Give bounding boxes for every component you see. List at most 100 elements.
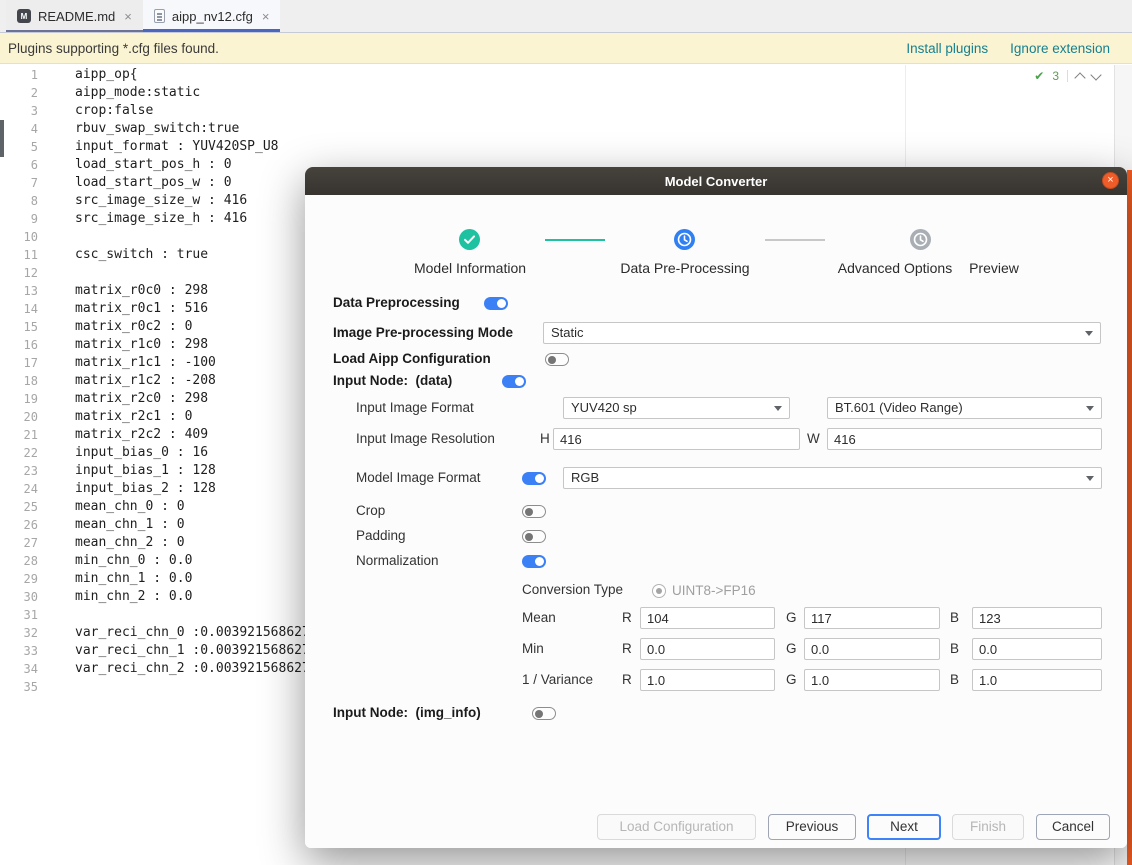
code-text: input_format : YUV420SP_U8 (75, 138, 279, 156)
code-line[interactable]: 2aipp_mode:static (0, 84, 1114, 102)
code-text: matrix_r0c1 : 516 (75, 300, 208, 318)
model-image-format-toggle[interactable] (522, 472, 546, 485)
image-preprocessing-mode-dropdown[interactable]: Static (543, 322, 1101, 344)
data-preprocessing-label: Data Preprocessing (333, 295, 460, 310)
variance-r-input[interactable] (640, 669, 775, 691)
prev-problem-icon[interactable] (1074, 72, 1085, 83)
dialog-close-button[interactable]: × (1102, 172, 1119, 189)
banner-message: Plugins supporting *.cfg files found. (8, 41, 219, 56)
close-icon[interactable]: × (262, 10, 270, 23)
code-line[interactable]: 1aipp_op{ (0, 66, 1114, 84)
line-number: 8 (0, 192, 38, 210)
cancel-button[interactable]: Cancel (1036, 814, 1110, 840)
crop-label: Crop (356, 503, 385, 518)
code-text: csc_switch : true (75, 246, 208, 264)
code-text: matrix_r1c0 : 298 (75, 336, 208, 354)
code-text: input_bias_0 : 16 (75, 444, 208, 462)
input-node-data-toggle[interactable] (502, 375, 526, 388)
resolution-h-input[interactable] (553, 428, 800, 450)
padding-toggle[interactable] (522, 530, 546, 543)
resolution-w-label: W (807, 431, 820, 446)
next-problem-icon[interactable] (1090, 69, 1101, 80)
min-r-input[interactable] (640, 638, 775, 660)
step-preview[interactable]: Preview (955, 260, 1033, 276)
min-g-input[interactable] (804, 638, 940, 660)
ide-window: M README.md × aipp_nv12.cfg × Plugins su… (0, 0, 1132, 865)
previous-button[interactable]: Previous (768, 814, 856, 840)
variance-g-input[interactable] (804, 669, 940, 691)
line-number: 23 (0, 462, 38, 480)
install-plugins-link[interactable]: Install plugins (906, 41, 988, 56)
markdown-icon: M (17, 9, 31, 23)
inspections-ok-icon: ✔ (1034, 70, 1044, 82)
load-aipp-configuration-label: Load Aipp Configuration (333, 351, 491, 366)
divider (1067, 70, 1068, 82)
line-number: 15 (0, 318, 38, 336)
mean-r-input[interactable] (640, 607, 775, 629)
crop-toggle[interactable] (522, 505, 546, 518)
conversion-type-radio[interactable] (652, 584, 666, 598)
code-text: min_chn_1 : 0.0 (75, 570, 192, 588)
tab-aipp-cfg[interactable]: aipp_nv12.cfg × (143, 0, 281, 32)
inspections-widget[interactable]: ✔ 3 (1034, 68, 1100, 84)
inspections-count: 3 (1052, 69, 1059, 83)
resolution-h-label: H (540, 431, 550, 446)
input-image-format-dropdown[interactable]: YUV420 sp (563, 397, 790, 419)
code-text: load_start_pos_h : 0 (75, 156, 232, 174)
min-b-input[interactable] (972, 638, 1102, 660)
plugin-notification-banner: Plugins supporting *.cfg files found. In… (0, 33, 1132, 64)
dialog-titlebar[interactable]: Model Converter × (305, 167, 1127, 195)
resolution-w-input[interactable] (827, 428, 1102, 450)
data-preprocessing-toggle[interactable] (484, 297, 508, 310)
code-text: src_image_size_h : 416 (75, 210, 247, 228)
code-text: load_start_pos_w : 0 (75, 174, 232, 192)
input-node-img-info-toggle[interactable] (532, 707, 556, 720)
line-number: 18 (0, 372, 38, 390)
mean-g-input[interactable] (804, 607, 940, 629)
line-number: 7 (0, 174, 38, 192)
code-text: matrix_r2c2 : 409 (75, 426, 208, 444)
line-number: 13 (0, 282, 38, 300)
ignore-extension-link[interactable]: Ignore extension (1010, 41, 1110, 56)
line-number: 20 (0, 408, 38, 426)
editor-tab-bar: M README.md × aipp_nv12.cfg × (0, 0, 1132, 33)
input-image-resolution-label: Input Image Resolution (356, 431, 495, 446)
line-number: 17 (0, 354, 38, 372)
line-number: 12 (0, 264, 38, 282)
line-number: 6 (0, 156, 38, 174)
line-number: 19 (0, 390, 38, 408)
code-text: mean_chn_1 : 0 (75, 516, 185, 534)
input-node-data-label: Input Node: (data) (333, 373, 452, 388)
step-connector-done (545, 239, 605, 241)
code-line[interactable]: 5 input_format : YUV420SP_U8 (0, 138, 1114, 156)
line-number: 14 (0, 300, 38, 318)
step-data-pre-processing[interactable]: Data Pre-Processing (580, 260, 790, 276)
code-text: matrix_r0c0 : 298 (75, 282, 208, 300)
min-label: Min (522, 641, 544, 656)
close-icon[interactable]: × (124, 10, 132, 23)
code-line[interactable]: 4rbuv_swap_switch:true (0, 120, 1114, 138)
line-number: 5 (0, 138, 38, 156)
line-number: 16 (0, 336, 38, 354)
line-number: 27 (0, 534, 38, 552)
step-model-information[interactable]: Model Information (365, 260, 575, 276)
code-text: matrix_r1c2 : -208 (75, 372, 216, 390)
next-button[interactable]: Next (867, 814, 941, 840)
tab-readme[interactable]: M README.md × (6, 0, 143, 32)
mean-r-label: R (622, 610, 632, 625)
finish-button[interactable]: Finish (952, 814, 1024, 840)
model-image-format-dropdown[interactable]: RGB (563, 467, 1102, 489)
mean-b-input[interactable] (972, 607, 1102, 629)
image-preprocessing-mode-label: Image Pre-processing Mode (333, 325, 513, 340)
code-line[interactable]: 3crop:false (0, 102, 1114, 120)
load-aipp-configuration-toggle[interactable] (545, 353, 569, 366)
line-number: 3 (0, 102, 38, 120)
line-number: 9 (0, 210, 38, 228)
variance-b-input[interactable] (972, 669, 1102, 691)
code-text: matrix_r0c2 : 0 (75, 318, 192, 336)
code-text: aipp_op{ (75, 66, 138, 84)
variance-r-label: R (622, 672, 632, 687)
color-range-dropdown[interactable]: BT.601 (Video Range) (827, 397, 1102, 419)
load-configuration-button[interactable]: Load Configuration (597, 814, 756, 840)
normalization-toggle[interactable] (522, 555, 546, 568)
